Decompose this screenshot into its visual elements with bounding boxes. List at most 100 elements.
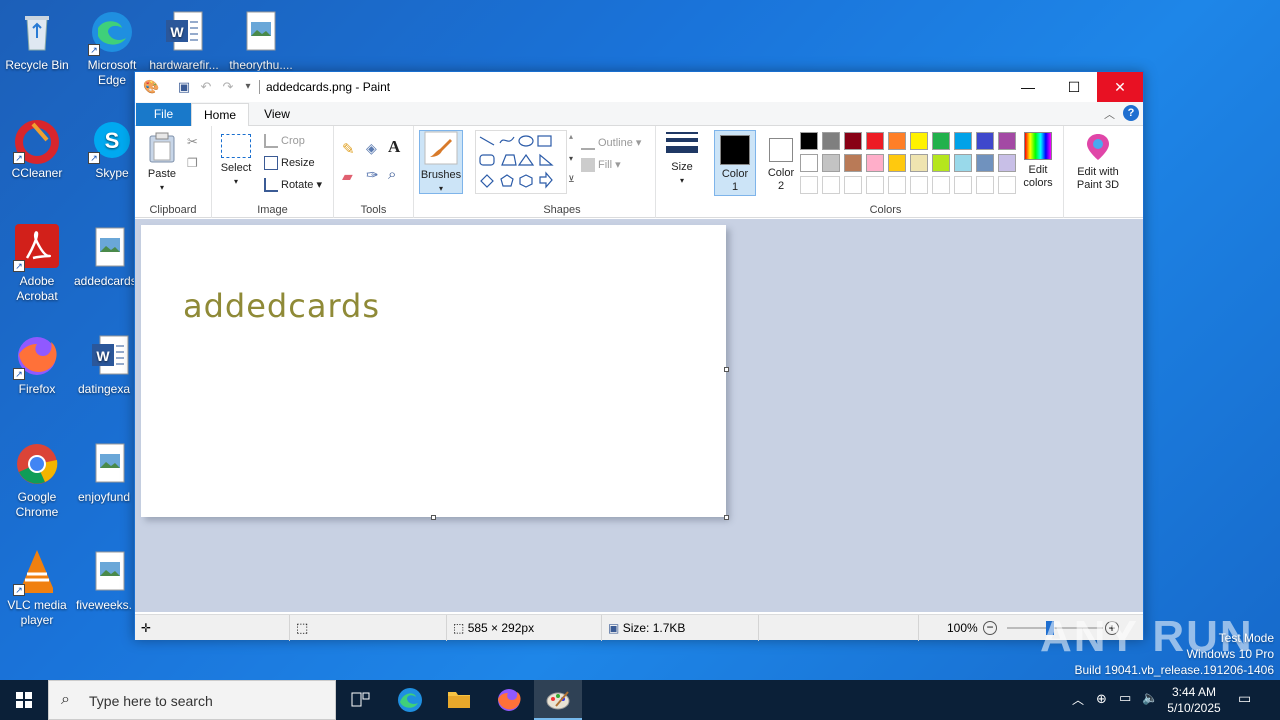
palette-swatch[interactable]: [998, 132, 1016, 150]
palette-swatch[interactable]: [822, 132, 840, 150]
custom-color-slot[interactable]: [910, 176, 928, 194]
size-button[interactable]: Size ▾: [662, 132, 702, 187]
color1-button[interactable]: Color 1: [714, 130, 756, 196]
custom-color-slot[interactable]: [822, 176, 840, 194]
task-view-button[interactable]: [336, 680, 384, 720]
taskbar-file-explorer[interactable]: [435, 680, 483, 720]
pencil-icon[interactable]: ✎: [342, 140, 355, 158]
shapes-more-icon[interactable]: ⊻: [568, 174, 575, 185]
copy-icon[interactable]: ❐: [187, 156, 198, 170]
shapes-scroll-down-icon[interactable]: ▾: [569, 154, 573, 163]
network-icon[interactable]: ▭: [1119, 690, 1131, 706]
edit-with-paint3d-button[interactable]: Edit with Paint 3D: [1070, 132, 1126, 192]
desktop-icon-chrome[interactable]: Google Chrome: [1, 440, 73, 520]
custom-color-slot[interactable]: [844, 176, 862, 194]
chrome-icon: [13, 440, 61, 488]
palette-swatch[interactable]: [822, 154, 840, 172]
maximize-button[interactable]: ☐: [1051, 72, 1097, 102]
rotate-button[interactable]: Rotate ▾: [264, 178, 322, 193]
drawing-canvas[interactable]: addedcards: [141, 225, 726, 517]
custom-color-slot[interactable]: [888, 176, 906, 194]
title-bar[interactable]: 🎨 ▣ ↶ ↷ ▾ addedcards.png - Paint — ☐ ✕: [135, 72, 1143, 102]
tab-home[interactable]: Home: [191, 103, 249, 127]
taskbar-firefox[interactable]: [485, 680, 533, 720]
custom-color-slot[interactable]: [954, 176, 972, 194]
palette-swatch[interactable]: [888, 132, 906, 150]
resize-handle-bottom[interactable]: [431, 515, 436, 520]
resize-handle-corner[interactable]: [724, 515, 729, 520]
show-hidden-icons-icon[interactable]: ︿: [1072, 691, 1084, 708]
palette-swatch[interactable]: [844, 154, 862, 172]
palette-swatch[interactable]: [998, 154, 1016, 172]
desktop-icon-recycle-bin[interactable]: Recycle Bin: [1, 8, 73, 73]
custom-color-slot[interactable]: [800, 176, 818, 194]
network-status-icon[interactable]: ⊕: [1096, 691, 1107, 707]
cut-icon[interactable]: ✂: [187, 134, 198, 150]
system-clock[interactable]: 3:44 AM 5/10/2025: [1166, 684, 1222, 716]
shapes-group-label: Shapes: [543, 204, 581, 216]
palette-swatch[interactable]: [800, 154, 818, 172]
palette-swatch[interactable]: [910, 154, 928, 172]
start-button[interactable]: [0, 680, 48, 720]
palette-swatch[interactable]: [888, 154, 906, 172]
shapes-gallery[interactable]: [475, 130, 567, 194]
palette-swatch[interactable]: [954, 132, 972, 150]
color2-button[interactable]: Color 2: [760, 130, 802, 196]
color-picker-icon[interactable]: ✑: [366, 166, 379, 184]
text-tool-icon[interactable]: A: [388, 137, 400, 157]
fill-button[interactable]: Fill ▾: [581, 158, 621, 173]
desktop-icon-theorythu[interactable]: theorythu....: [225, 8, 297, 73]
outline-button[interactable]: Outline ▾: [581, 136, 641, 151]
collapse-ribbon-icon[interactable]: ︿: [1104, 106, 1115, 122]
resize-button[interactable]: Resize: [264, 156, 315, 170]
save-icon[interactable]: ▣: [176, 79, 192, 95]
customize-quick-access-icon[interactable]: ▾: [240, 79, 256, 95]
image-dimensions-icon: ⬚: [453, 621, 465, 635]
palette-swatch[interactable]: [954, 154, 972, 172]
shapes-scroll-up-icon[interactable]: ▴: [569, 132, 573, 141]
paint-app-icon[interactable]: 🎨: [143, 79, 159, 95]
tools-group: ✎ ◈ A ▰ ✑ ⌕ Tools: [334, 126, 414, 218]
color-spectrum-icon: [1024, 132, 1052, 160]
edit-colors-button[interactable]: Edit colors: [1016, 132, 1060, 190]
taskbar-paint[interactable]: [534, 680, 582, 720]
desktop-icon-firefox[interactable]: ↗ Firefox: [1, 332, 73, 397]
desktop-icon-hardwarefir[interactable]: W hardwarefir...: [148, 8, 220, 73]
desktop-icon-vlc[interactable]: ↗ VLC media player: [1, 548, 73, 628]
palette-swatch[interactable]: [910, 132, 928, 150]
close-button[interactable]: ✕: [1097, 72, 1143, 102]
palette-swatch[interactable]: [976, 154, 994, 172]
magnifier-icon[interactable]: ⌕: [388, 166, 396, 183]
taskbar-search-box[interactable]: ⌕ Type here to search: [48, 680, 336, 720]
tab-view[interactable]: View: [249, 103, 305, 126]
desktop-icon-adobe-acrobat[interactable]: ↗ Adobe Acrobat: [1, 224, 73, 304]
palette-swatch[interactable]: [844, 132, 862, 150]
undo-icon[interactable]: ↶: [198, 79, 214, 95]
custom-color-slot[interactable]: [932, 176, 950, 194]
paste-button[interactable]: Paste ▾: [145, 132, 179, 194]
palette-swatch[interactable]: [866, 154, 884, 172]
notifications-icon[interactable]: ▭: [1238, 690, 1251, 707]
palette-swatch[interactable]: [932, 154, 950, 172]
desktop-icon-ccleaner[interactable]: ↗ CCleaner: [1, 116, 73, 181]
custom-color-slot[interactable]: [976, 176, 994, 194]
eraser-icon[interactable]: ▰: [342, 168, 353, 185]
fill-bucket-icon[interactable]: ◈: [366, 140, 377, 157]
tab-file[interactable]: File: [136, 103, 191, 126]
zoom-out-button[interactable]: −: [983, 621, 997, 635]
custom-color-slot[interactable]: [866, 176, 884, 194]
palette-swatch[interactable]: [976, 132, 994, 150]
help-icon[interactable]: ?: [1123, 105, 1139, 121]
custom-color-slot[interactable]: [998, 176, 1016, 194]
resize-handle-right[interactable]: [724, 367, 729, 372]
palette-swatch[interactable]: [800, 132, 818, 150]
select-button[interactable]: Select ▾: [218, 134, 254, 188]
redo-icon[interactable]: ↷: [220, 79, 236, 95]
minimize-button[interactable]: —: [1005, 72, 1051, 102]
palette-swatch[interactable]: [932, 132, 950, 150]
brushes-button[interactable]: Brushes ▾: [419, 130, 463, 194]
crop-button[interactable]: Crop: [264, 134, 305, 148]
taskbar-edge[interactable]: [386, 680, 434, 720]
palette-swatch[interactable]: [866, 132, 884, 150]
volume-icon[interactable]: 🔈: [1142, 690, 1158, 706]
